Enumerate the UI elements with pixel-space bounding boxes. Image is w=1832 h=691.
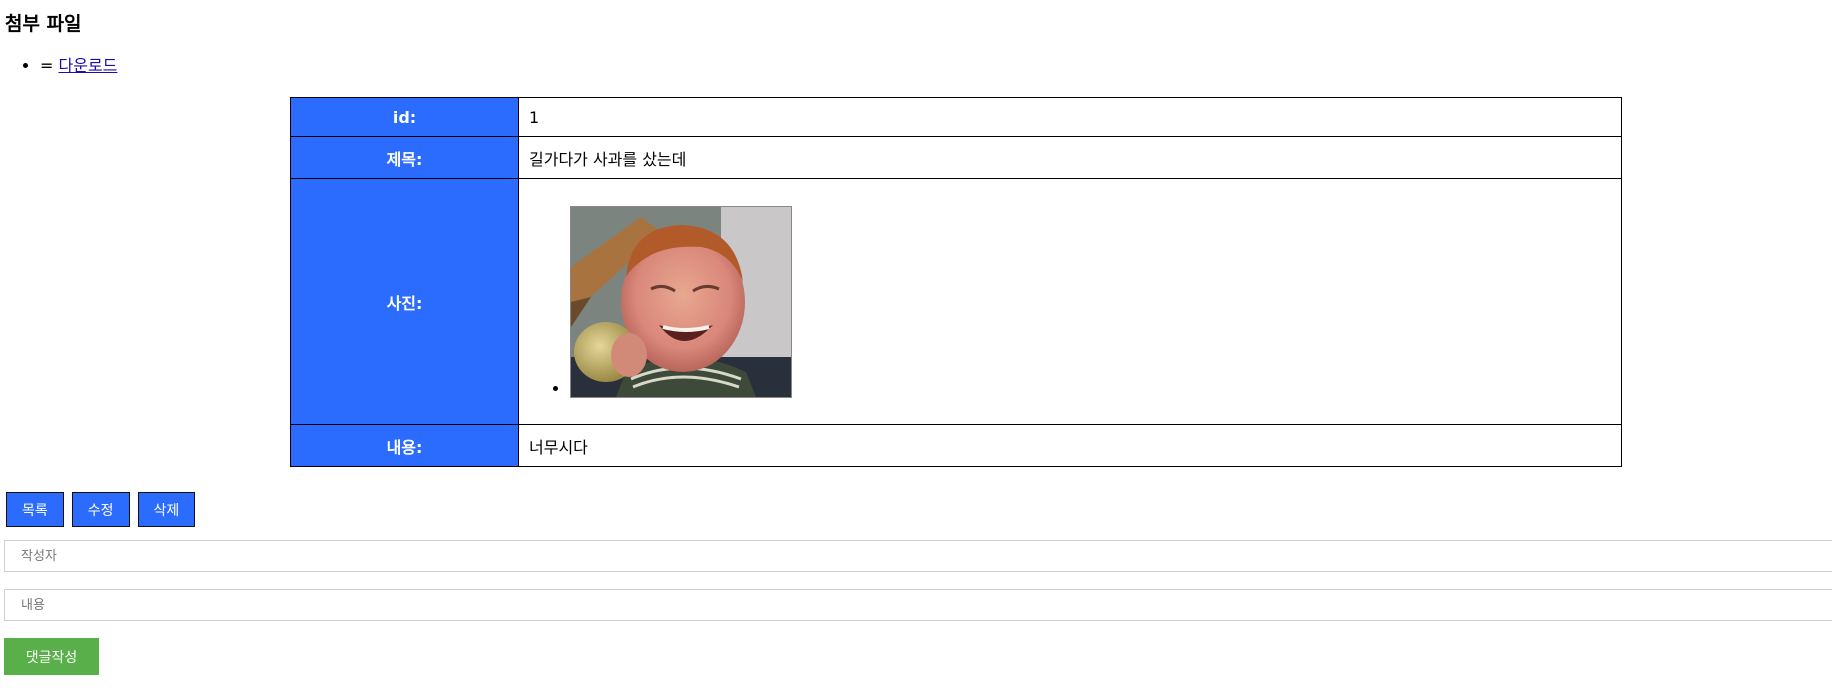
edit-button[interactable]: 수정 [71, 492, 130, 527]
post-detail-page: 첨부 파일 = 다운로드 id: 1 제목: 길가다가 사과를 샀는데 사진: [0, 0, 1832, 691]
id-value: 1 [518, 97, 1622, 137]
comment-author-input[interactable] [4, 540, 1832, 572]
attachments-heading: 첨부 파일 [5, 13, 82, 35]
table-row: 사진: [290, 178, 1622, 425]
photo-label: 사진: [290, 178, 519, 425]
content-label: 내용: [290, 424, 519, 467]
comment-content-input[interactable] [4, 589, 1832, 621]
list-button[interactable]: 목록 [6, 492, 64, 527]
post-photo [570, 205, 792, 398]
photo-list [529, 205, 1611, 398]
title-label: 제목: [290, 136, 519, 179]
id-label: id: [290, 97, 519, 137]
download-link[interactable]: 다운로드 [59, 56, 118, 75]
table-row: id: 1 [290, 97, 1622, 137]
attachment-prefix: = [40, 56, 59, 75]
title-value: 길가다가 사과를 샀는데 [518, 136, 1622, 179]
delete-button[interactable]: 삭제 [137, 492, 196, 527]
content-value: 너무시다 [518, 424, 1622, 467]
post-detail-table: id: 1 제목: 길가다가 사과를 샀는데 사진: • 내용: 너무시다 [290, 97, 1622, 467]
table-row: 내용: 너무시다 [290, 424, 1622, 467]
photo-item [570, 205, 1611, 398]
attachment-item: = 다운로드 [40, 55, 117, 77]
action-buttons: 목록 수정 삭제 [6, 492, 196, 527]
table-row: 제목: 길가다가 사과를 샀는데 [290, 136, 1622, 179]
submit-comment-button[interactable]: 댓글작성 [4, 638, 99, 675]
attachment-list: = 다운로드 [0, 55, 117, 77]
photo-cell [518, 178, 1622, 425]
